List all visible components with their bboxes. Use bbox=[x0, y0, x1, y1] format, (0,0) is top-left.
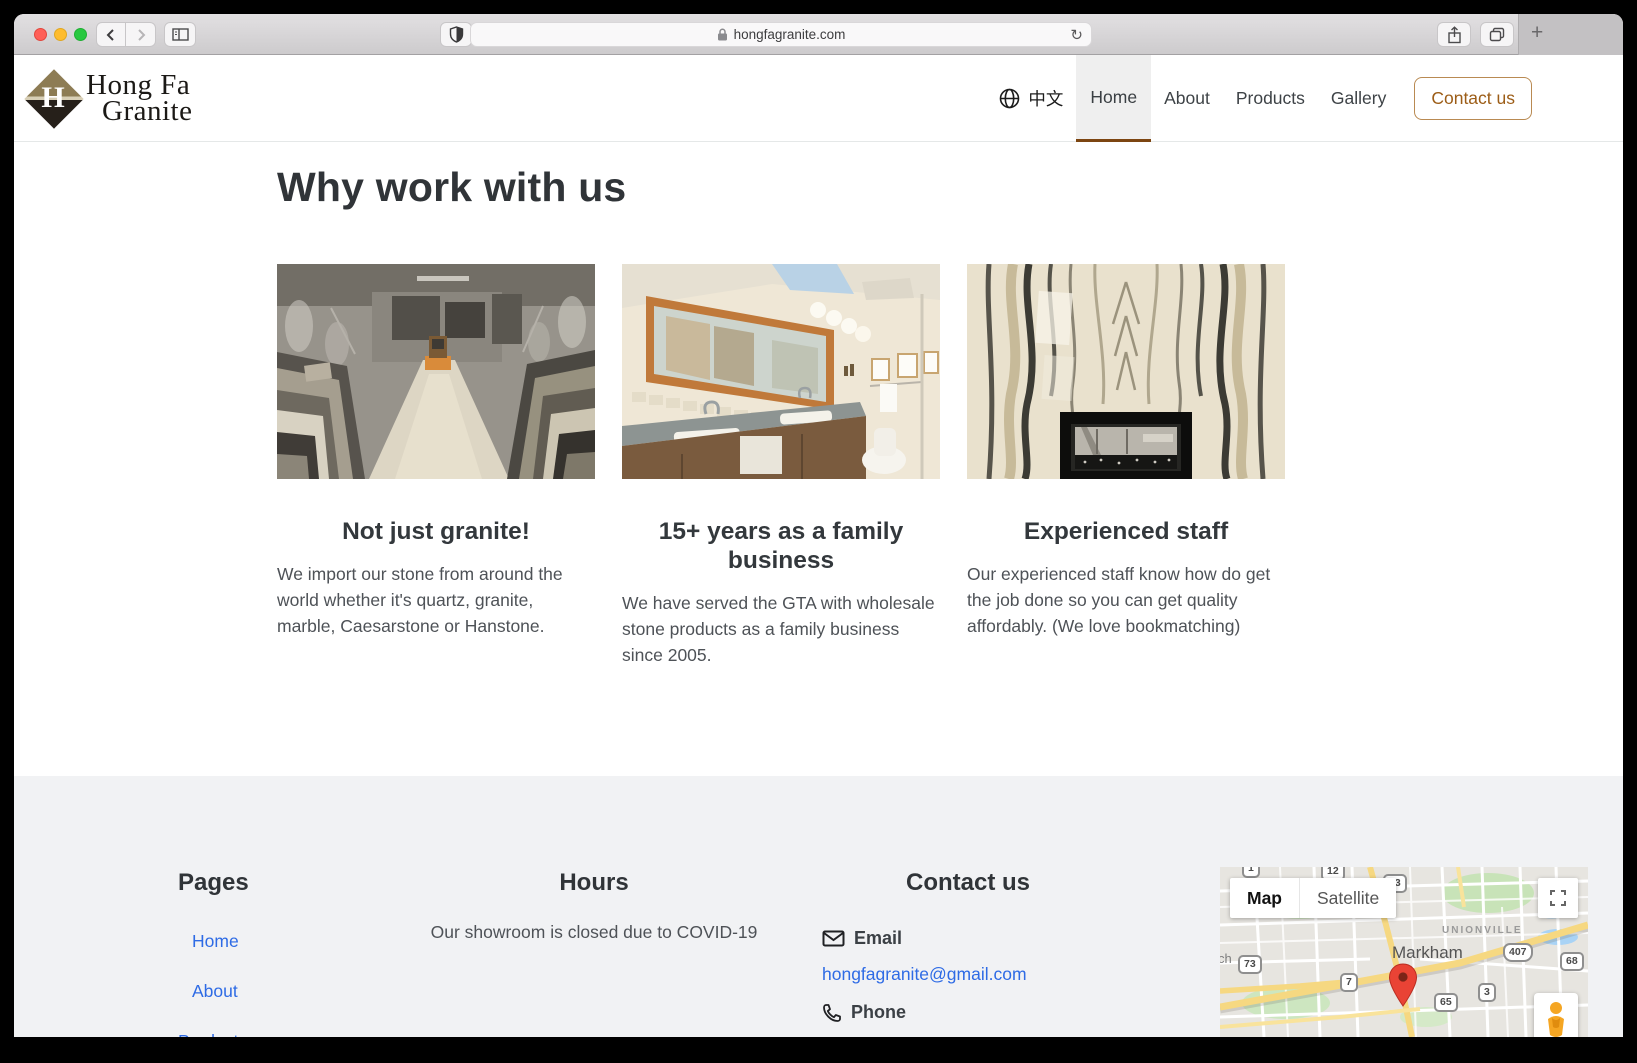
footer-email-link[interactable]: hongfagranite@gmail.com bbox=[822, 964, 1027, 985]
tls-lock-icon bbox=[717, 28, 728, 41]
address-bar[interactable]: hongfagranite.com ↻ bbox=[470, 22, 1092, 47]
nav-item-language[interactable]: 中文 bbox=[986, 55, 1076, 141]
url-text: hongfagranite.com bbox=[734, 27, 846, 42]
sidebar-toggle-button[interactable] bbox=[164, 22, 196, 47]
nav-language-label: 中文 bbox=[1028, 86, 1063, 111]
footer-phone-label: Phone bbox=[851, 1002, 906, 1023]
feature-body: We have served the GTA with wholesale st… bbox=[622, 590, 940, 668]
envelope-icon bbox=[822, 930, 845, 947]
nav-item-gallery[interactable]: Gallery bbox=[1318, 55, 1399, 141]
footer-contact-title: Contact us bbox=[818, 869, 1118, 897]
window-close-button[interactable] bbox=[34, 28, 47, 41]
new-tab-button[interactable]: + bbox=[1518, 14, 1623, 55]
logo-diamond-icon: H bbox=[22, 67, 84, 129]
map-pegman-button[interactable] bbox=[1534, 993, 1578, 1037]
nav-item-home[interactable]: Home bbox=[1076, 55, 1151, 144]
share-button[interactable] bbox=[1437, 22, 1471, 47]
map-city-label: Markham bbox=[1392, 943, 1463, 963]
nav-item-about[interactable]: About bbox=[1151, 55, 1223, 141]
marble-fireplace-photo bbox=[967, 264, 1285, 479]
footer-link-products[interactable]: Products bbox=[178, 1031, 247, 1037]
feature-card-family-business: 15+ years as a family business We have s… bbox=[622, 264, 940, 668]
map-district-label: UNIONVILLE bbox=[1442, 925, 1523, 936]
road-shield-73b: 73 bbox=[1238, 955, 1262, 974]
logo-line2: Granite bbox=[102, 98, 192, 124]
browser-toolbar: hongfagranite.com ↻ + bbox=[14, 14, 1623, 55]
map-pin-icon[interactable] bbox=[1388, 963, 1418, 1007]
footer-link-about[interactable]: About bbox=[192, 981, 238, 1002]
nav-gallery-label: Gallery bbox=[1331, 88, 1386, 109]
nav-home-label: Home bbox=[1090, 87, 1137, 108]
feature-card-experienced-staff: Experienced staff Our experienced staff … bbox=[967, 264, 1285, 668]
feature-body: We import our stone from around the worl… bbox=[277, 561, 595, 639]
footer-phone-row: Phone bbox=[822, 1002, 906, 1023]
nav-about-label: About bbox=[1164, 88, 1210, 109]
footer-pages-title: Pages bbox=[178, 869, 249, 897]
footer-link-home[interactable]: Home bbox=[192, 931, 239, 952]
forward-button[interactable] bbox=[126, 22, 156, 47]
tab-overview-button[interactable] bbox=[1480, 22, 1514, 47]
feature-heading: Not just granite! bbox=[277, 517, 595, 546]
site-header: H Hong Fa Granite 中文 Home bbox=[14, 55, 1623, 142]
contact-us-button[interactable]: Contact us bbox=[1414, 77, 1532, 120]
globe-icon bbox=[999, 88, 1020, 109]
main-nav: 中文 Home About Products Gallery Contact u… bbox=[986, 55, 1532, 141]
road-shield-68: 68 bbox=[1560, 952, 1584, 971]
feature-heading: 15+ years as a family business bbox=[622, 517, 940, 575]
map-street-partial-label: ch bbox=[1220, 951, 1232, 966]
footer-email-label: Email bbox=[854, 928, 902, 949]
privacy-report-button[interactable] bbox=[440, 22, 472, 47]
feature-cards: Not just granite! We import our stone fr… bbox=[277, 264, 1285, 668]
logo-monogram: H bbox=[22, 67, 84, 129]
main-content: Why work with us bbox=[14, 142, 1623, 776]
fullscreen-icon bbox=[1550, 890, 1566, 906]
road-shield-3: 3 bbox=[1478, 983, 1496, 1002]
map-button[interactable]: Map bbox=[1230, 878, 1299, 918]
footer-hours-title: Hours bbox=[434, 869, 754, 897]
share-icon bbox=[1447, 26, 1462, 44]
feature-card-not-just-granite: Not just granite! We import our stone fr… bbox=[277, 264, 595, 668]
sidebar-icon bbox=[172, 28, 189, 41]
pegman-icon bbox=[1545, 1001, 1567, 1037]
nav-item-products[interactable]: Products bbox=[1223, 55, 1318, 141]
logo-wordmark: Hong Fa Granite bbox=[86, 72, 192, 124]
chevron-right-icon bbox=[135, 28, 147, 42]
road-shield-407: 407 bbox=[1503, 943, 1533, 962]
phone-icon bbox=[822, 1003, 842, 1023]
map-type-control: Map Satellite bbox=[1230, 878, 1396, 918]
nav-products-label: Products bbox=[1236, 88, 1305, 109]
google-map-embed[interactable]: UNIONVILLE Markham ch 1 12 73 73 7 407 6… bbox=[1220, 867, 1588, 1037]
road-shield-65: 65 bbox=[1434, 993, 1458, 1012]
site-footer: Pages Home About Products Hours Our show… bbox=[14, 776, 1623, 1037]
reload-icon[interactable]: ↻ bbox=[1070, 26, 1083, 44]
shield-icon bbox=[449, 26, 464, 43]
road-shield-1: 1 bbox=[1242, 867, 1260, 878]
plus-icon: + bbox=[1531, 21, 1543, 44]
road-shield-7: 7 bbox=[1340, 973, 1358, 992]
feature-body: Our experienced staff know how do get th… bbox=[967, 561, 1285, 639]
window-zoom-button[interactable] bbox=[74, 28, 87, 41]
history-nav-group bbox=[96, 22, 156, 47]
back-button[interactable] bbox=[96, 22, 126, 47]
satellite-button[interactable]: Satellite bbox=[1299, 878, 1396, 918]
safari-window: hongfagranite.com ↻ + bbox=[14, 14, 1623, 1037]
feature-heading: Experienced staff bbox=[967, 517, 1285, 546]
chevron-left-icon bbox=[105, 28, 117, 42]
footer-email-row: Email bbox=[822, 928, 902, 949]
footer-hours-text: Our showroom is closed due to COVID-19 bbox=[404, 922, 784, 943]
warehouse-photo bbox=[277, 264, 595, 479]
bathroom-photo bbox=[622, 264, 940, 479]
page-title: Why work with us bbox=[277, 164, 626, 211]
site-logo[interactable]: H Hong Fa Granite bbox=[22, 55, 192, 141]
tabs-icon bbox=[1489, 27, 1505, 42]
map-fullscreen-button[interactable] bbox=[1538, 878, 1578, 918]
window-minimize-button[interactable] bbox=[54, 28, 67, 41]
screenshot-stage: hongfagranite.com ↻ + bbox=[0, 0, 1637, 1063]
